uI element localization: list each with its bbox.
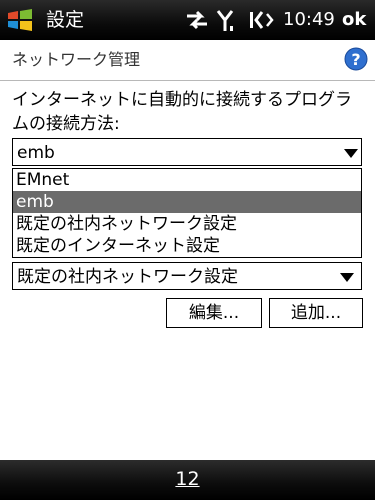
connection-method-options: EMnet emb 既定の社内ネットワーク設定 既定のインターネット設定 <box>12 168 362 258</box>
dropdown-option[interactable]: 既定のインターネット設定 <box>13 235 361 257</box>
chevron-down-icon <box>340 273 354 282</box>
windows-start-icon[interactable] <box>6 6 34 34</box>
signal-strength-icon[interactable] <box>216 8 238 32</box>
page-header: ネットワーク管理 <box>0 40 375 81</box>
dropdown-arrow-button[interactable] <box>339 139 361 165</box>
dropdown-arrow-button[interactable] <box>340 263 358 289</box>
ok-button[interactable]: ok <box>342 8 366 32</box>
page-title: ネットワーク管理 <box>12 50 141 69</box>
clock[interactable]: 10:49 <box>283 8 335 32</box>
connection-method-select[interactable]: emb <box>12 138 362 166</box>
svg-text:?: ? <box>351 50 360 69</box>
edit-button[interactable]: 編集... <box>166 298 262 328</box>
connection-method-value: emb <box>17 143 55 163</box>
status-bar: 設定 10:49 ok <box>0 0 375 40</box>
dropdown-option[interactable]: 既定の社内ネットワーク設定 <box>13 213 361 235</box>
softkey-label[interactable]: 12 <box>0 466 375 492</box>
add-button[interactable]: 追加... <box>269 298 363 328</box>
connection-method-prompt: インターネットに自動的に接続するプログラムの接続方法: <box>12 90 352 134</box>
data-connection-icon[interactable] <box>184 8 210 32</box>
chevron-down-icon <box>344 149 358 158</box>
help-icon[interactable]: ? <box>344 47 368 71</box>
dropdown-option[interactable]: EMnet <box>13 169 361 191</box>
speaker-volume-icon[interactable] <box>248 8 274 32</box>
softkey-bar: 12 <box>0 460 375 500</box>
network-settings-value: 既定の社内ネットワーク設定 <box>17 267 238 287</box>
dropdown-option-selected[interactable]: emb <box>13 191 361 213</box>
network-settings-select[interactable]: 既定の社内ネットワーク設定 <box>12 262 362 290</box>
app-title: 設定 <box>46 9 85 31</box>
